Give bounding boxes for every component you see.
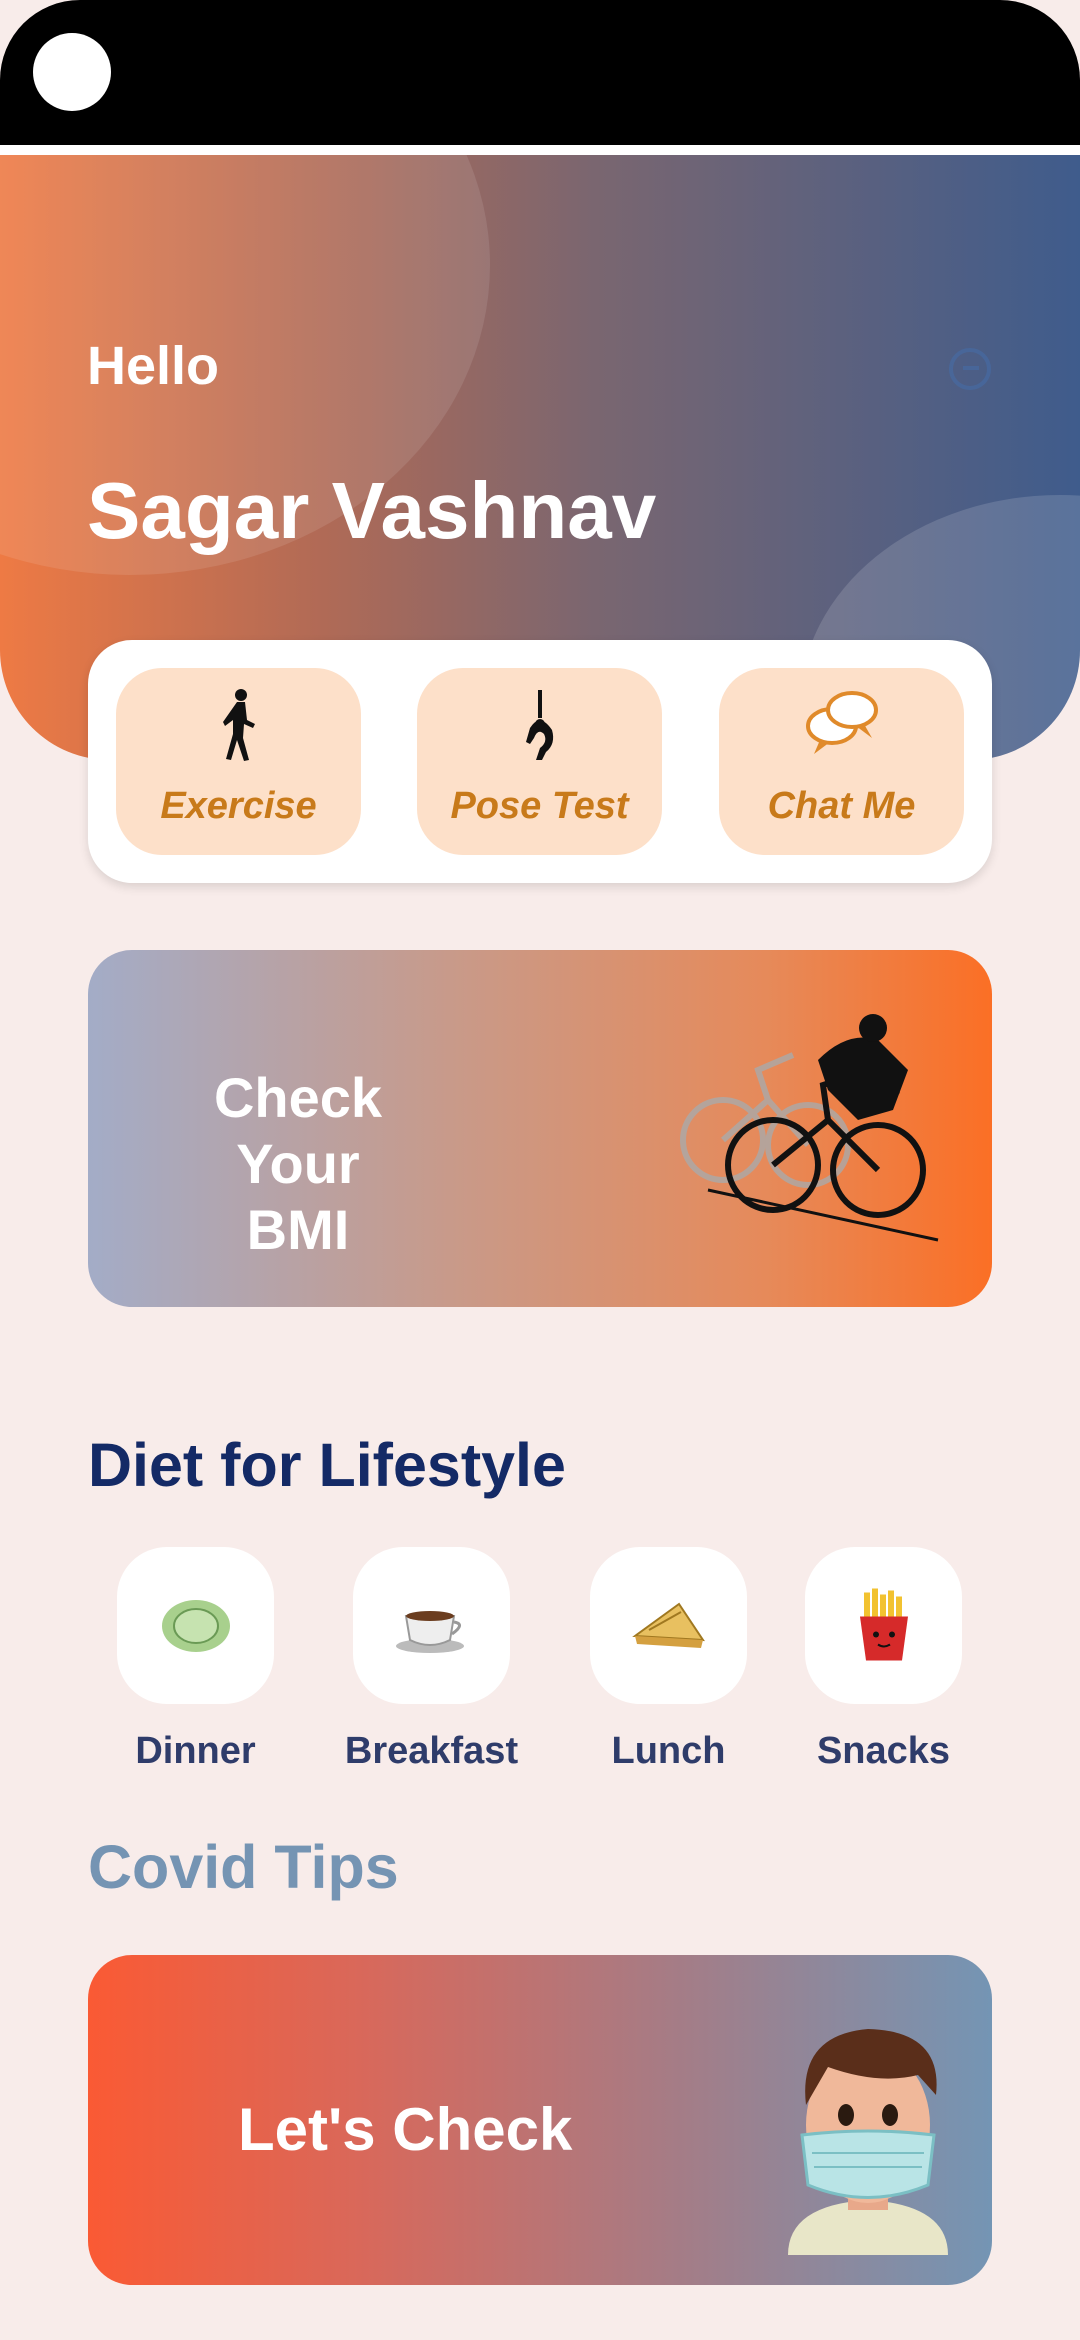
exercise-button[interactable]: Exercise xyxy=(116,668,361,855)
masked-person-illustration xyxy=(788,2029,948,2255)
check-bmi-card[interactable]: Check Your BMI xyxy=(88,950,992,1307)
dinner-tile[interactable] xyxy=(117,1547,274,1704)
yoga-pose-icon xyxy=(525,690,553,760)
logout-icon[interactable] xyxy=(949,348,991,390)
lunch-tile[interactable] xyxy=(590,1547,747,1704)
dinner-plate-icon xyxy=(161,1599,230,1652)
camera-cutout xyxy=(33,33,111,111)
chat-me-label: Chat Me xyxy=(767,785,916,827)
diet-item-dinner[interactable]: Dinner xyxy=(117,1547,274,1772)
bmi-title-line2: BMI xyxy=(246,1198,350,1261)
diet-item-breakfast[interactable]: Breakfast xyxy=(345,1547,518,1772)
status-divider xyxy=(0,145,1080,155)
snacks-label: Snacks xyxy=(816,1730,951,1772)
cyclist-illustration xyxy=(680,1014,939,1242)
sandwich-icon xyxy=(631,1602,705,1648)
breakfast-label: Breakfast xyxy=(344,1730,519,1772)
chat-bubbles-icon xyxy=(805,691,878,754)
breakfast-tile[interactable] xyxy=(353,1547,510,1704)
covid-card-label: Let's Check xyxy=(238,2096,573,2163)
diet-section-title: Diet for Lifestyle xyxy=(88,1431,566,1499)
pose-test-label: Pose Test xyxy=(450,785,629,827)
chat-me-button[interactable]: Chat Me xyxy=(719,668,964,855)
bmi-card-title: Check Your BMI xyxy=(148,1065,448,1263)
pose-test-button[interactable]: Pose Test xyxy=(417,668,662,855)
covid-section-title: Covid Tips xyxy=(88,1833,399,1901)
quick-actions-card: Exercise Pose Test Chat Me xyxy=(88,640,992,883)
user-name: Sagar Vashnav xyxy=(87,466,657,555)
greeting-text: Hello xyxy=(87,336,220,396)
snacks-tile[interactable] xyxy=(805,1547,962,1704)
status-bar xyxy=(0,0,1080,145)
tea-cup-icon xyxy=(395,1610,464,1653)
exercise-label: Exercise xyxy=(160,785,317,827)
bmi-title-line1: Check Your xyxy=(213,1066,383,1195)
diet-item-lunch[interactable]: Lunch xyxy=(590,1547,747,1772)
diet-item-snacks[interactable]: Snacks xyxy=(805,1547,962,1772)
fries-icon xyxy=(859,1588,908,1660)
running-person-icon xyxy=(222,689,255,761)
covid-check-card[interactable]: Let's Check xyxy=(88,1955,992,2285)
